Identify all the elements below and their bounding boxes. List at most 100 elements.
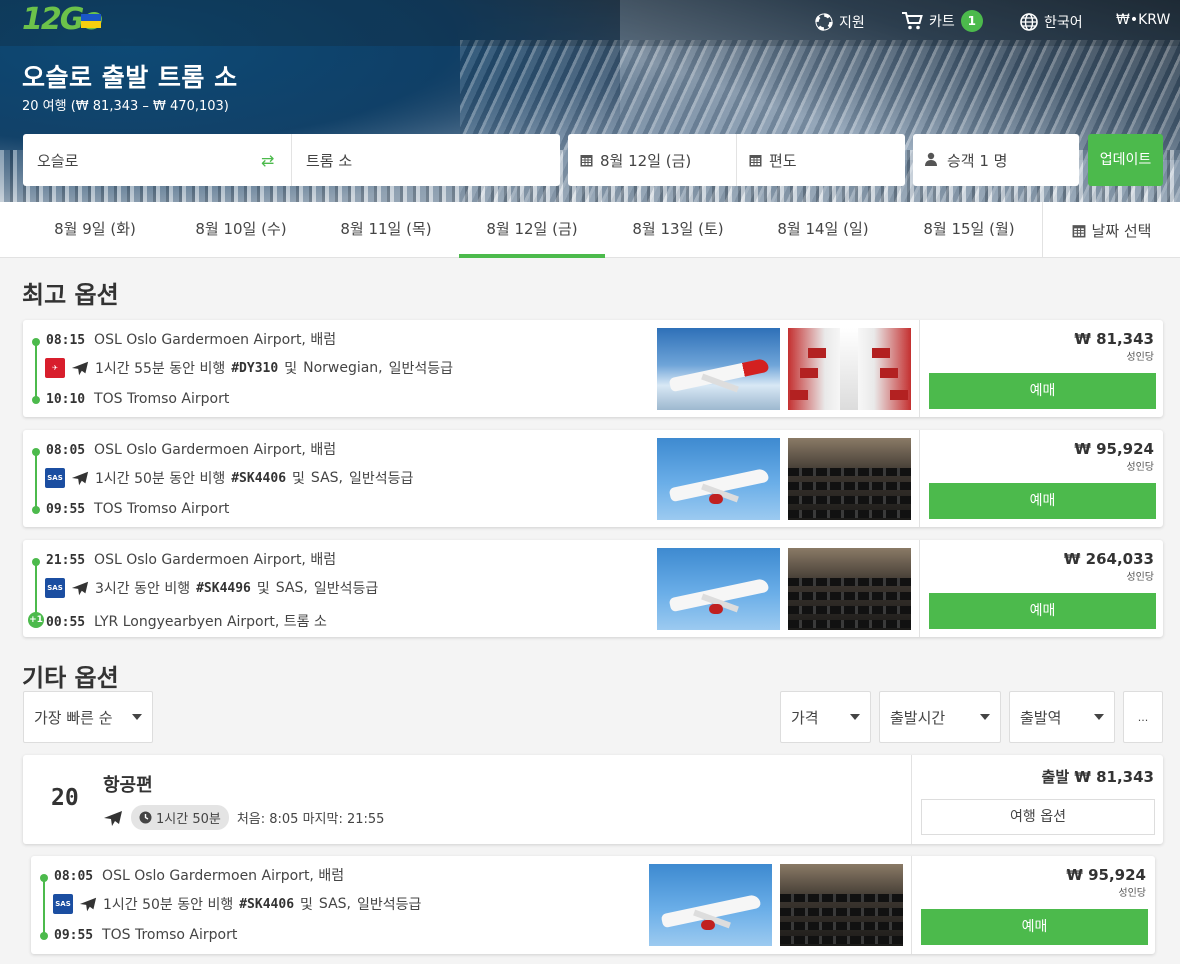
arrival-row: 10:10 TOS Tromso Airport	[46, 391, 230, 407]
more-label: ...	[1137, 710, 1149, 724]
station-filter[interactable]: 출발역	[1009, 691, 1115, 743]
price: ₩ 81,343	[1074, 330, 1154, 348]
date-tab[interactable]: 8월 11일 (목)	[313, 202, 459, 258]
price-panel: ₩ 95,924 성인당 예매	[919, 430, 1163, 527]
trip-count: 20	[51, 785, 79, 811]
airplane-icon	[79, 897, 97, 912]
trip-options-button[interactable]: 여행 옵션	[921, 799, 1155, 835]
flight-info-row: SAS 1시간 50분 동안 비행 #SK4406 및 SAS, 일반석등급	[53, 894, 421, 914]
arrival-row: 00:55 LYR Longyearbyen Airport, 트롬 소	[46, 614, 327, 630]
ukraine-flag-icon	[81, 14, 101, 28]
clock-icon	[139, 811, 152, 824]
cart-count-badge: 1	[960, 10, 983, 32]
passengers-label: 승객 1 명	[947, 152, 1008, 170]
chevron-down-icon	[980, 714, 990, 720]
price: ₩ 95,924	[1066, 866, 1146, 884]
book-button[interactable]: 예매	[921, 909, 1148, 945]
cabin-photo[interactable]	[780, 864, 903, 946]
trip-card: 08:15 OSL Oslo Gardermoen Airport, 배럼 ✈ …	[23, 320, 1163, 417]
filter-label: 가격	[791, 708, 819, 727]
support-label: 지원	[839, 15, 865, 31]
aircraft-photo[interactable]	[649, 864, 772, 946]
date-tab[interactable]: 8월 9일 (화)	[22, 202, 168, 258]
globe-icon	[1020, 13, 1038, 31]
language-selector[interactable]: 한국어	[1020, 12, 1083, 32]
other-options-heading: 기타 옵션	[22, 664, 119, 692]
trip-timeline	[32, 448, 40, 514]
transport-type-label: 항공편	[103, 775, 153, 796]
departure-row: 08:05 OSL Oslo Gardermoen Airport, 배럼	[46, 442, 337, 458]
cabin-photo[interactable]	[788, 328, 911, 410]
cart-label: 카트	[929, 14, 955, 30]
arrival-row: 09:55 TOS Tromso Airport	[46, 501, 230, 517]
currency-label: ₩•KRW	[1116, 12, 1171, 28]
sas-logo-icon: SAS	[45, 578, 65, 598]
sas-logo-icon: SAS	[45, 468, 65, 488]
flight-info-row: SAS 3시간 동안 비행 #SK4496 및 SAS, 일반석등급	[45, 578, 378, 598]
more-filters-button[interactable]: ...	[1123, 691, 1163, 743]
book-button[interactable]: 예매	[929, 373, 1156, 409]
flight-info-row: ✈ 1시간 55분 동안 비행 #DY310 및 Norwegian, 일반석등…	[45, 358, 453, 378]
per-adult-label: 성인당	[1118, 888, 1146, 899]
route-fields: 오슬로 ⇄ 트롬 소	[23, 134, 560, 186]
price-panel: ₩ 81,343 성인당 예매	[919, 320, 1163, 417]
support-link[interactable]: 지원	[815, 12, 865, 32]
date-tab-selected[interactable]: 8월 12일 (금)	[459, 202, 605, 258]
cart-link[interactable]: 카트 1	[901, 10, 983, 32]
update-button[interactable]: 업데이트	[1088, 134, 1163, 186]
filter-label: 출발시간	[890, 708, 946, 727]
aircraft-photo[interactable]	[657, 548, 780, 630]
airplane-icon	[71, 471, 89, 486]
date-tabs: 8월 9일 (화) 8월 10일 (수) 8월 11일 (목) 8월 12일 (…	[0, 202, 1180, 258]
date-tab[interactable]: 8월 15일 (월)	[896, 202, 1042, 258]
flight-info-row: SAS 1시간 50분 동안 비행 #SK4406 및 SAS, 일반석등급	[45, 468, 413, 488]
aircraft-photo[interactable]	[657, 438, 780, 520]
airplane-icon	[104, 810, 122, 826]
departure-row: 08:15 OSL Oslo Gardermoen Airport, 배럼	[46, 332, 337, 348]
return-date-field[interactable]: 편도	[769, 150, 797, 171]
language-label: 한국어	[1044, 15, 1083, 31]
airplane-icon	[71, 581, 89, 596]
time-range: 처음: 8:05 마지막: 21:55	[236, 812, 385, 827]
price-filter[interactable]: 가격	[780, 691, 871, 743]
price-panel: ₩ 95,924 성인당 예매	[911, 856, 1155, 954]
page-title: 오슬로 출발 트롬 소	[22, 63, 238, 92]
calendar-icon	[1072, 224, 1085, 237]
airplane-icon	[71, 361, 89, 376]
date-field[interactable]: 8월 12일 (금)	[600, 150, 691, 171]
date-picker-button[interactable]: 날짜 선택	[1042, 202, 1180, 258]
aircraft-photo[interactable]	[657, 328, 780, 410]
date-picker-label: 날짜 선택	[1091, 221, 1152, 240]
price: ₩ 264,033	[1063, 550, 1154, 568]
cabin-photo[interactable]	[788, 438, 911, 520]
per-adult-label: 성인당	[1126, 572, 1154, 583]
book-button[interactable]: 예매	[929, 593, 1156, 629]
from-field[interactable]: 오슬로	[37, 150, 78, 171]
passengers-field[interactable]: 승객 1 명	[913, 134, 1079, 186]
summary-meta: 1시간 50분 처음: 8:05 마지막: 21:55	[103, 805, 384, 830]
per-adult-label: 성인당	[1126, 352, 1154, 363]
best-options-heading: 최고 옵션	[22, 281, 119, 309]
date-tab[interactable]: 8월 10일 (수)	[168, 202, 314, 258]
per-adult-label: 성인당	[1126, 462, 1154, 473]
departure-row: 21:55 OSL Oslo Gardermoen Airport, 배럼	[46, 552, 337, 568]
to-field[interactable]: 트롬 소	[306, 150, 352, 171]
chevron-down-icon	[1094, 714, 1104, 720]
sort-dropdown[interactable]: 가장 빠른 순	[23, 691, 153, 743]
person-icon	[925, 152, 937, 166]
filter-label: 출발역	[1020, 708, 1062, 727]
flights-summary-card[interactable]: 20 항공편 1시간 50분 처음: 8:05 마지막: 21:55 출발 ₩ …	[23, 755, 1163, 844]
lifebuoy-icon	[815, 13, 833, 31]
cabin-photo[interactable]	[788, 548, 911, 630]
book-button[interactable]: 예매	[929, 483, 1156, 519]
trip-timeline	[40, 874, 48, 940]
top-bar	[0, 0, 1180, 46]
trip-timeline	[32, 338, 40, 404]
swap-icon[interactable]: ⇄	[261, 151, 274, 170]
departure-time-filter[interactable]: 출발시간	[879, 691, 1001, 743]
date-tab[interactable]: 8월 14일 (일)	[750, 202, 896, 258]
currency-selector[interactable]: ₩•KRW	[1116, 12, 1170, 28]
date-tab[interactable]: 8월 13일 (토)	[605, 202, 751, 258]
calendar-icon	[580, 155, 593, 167]
trip-card: 08:05 OSL Oslo Gardermoen Airport, 배럼 SA…	[31, 856, 1155, 954]
